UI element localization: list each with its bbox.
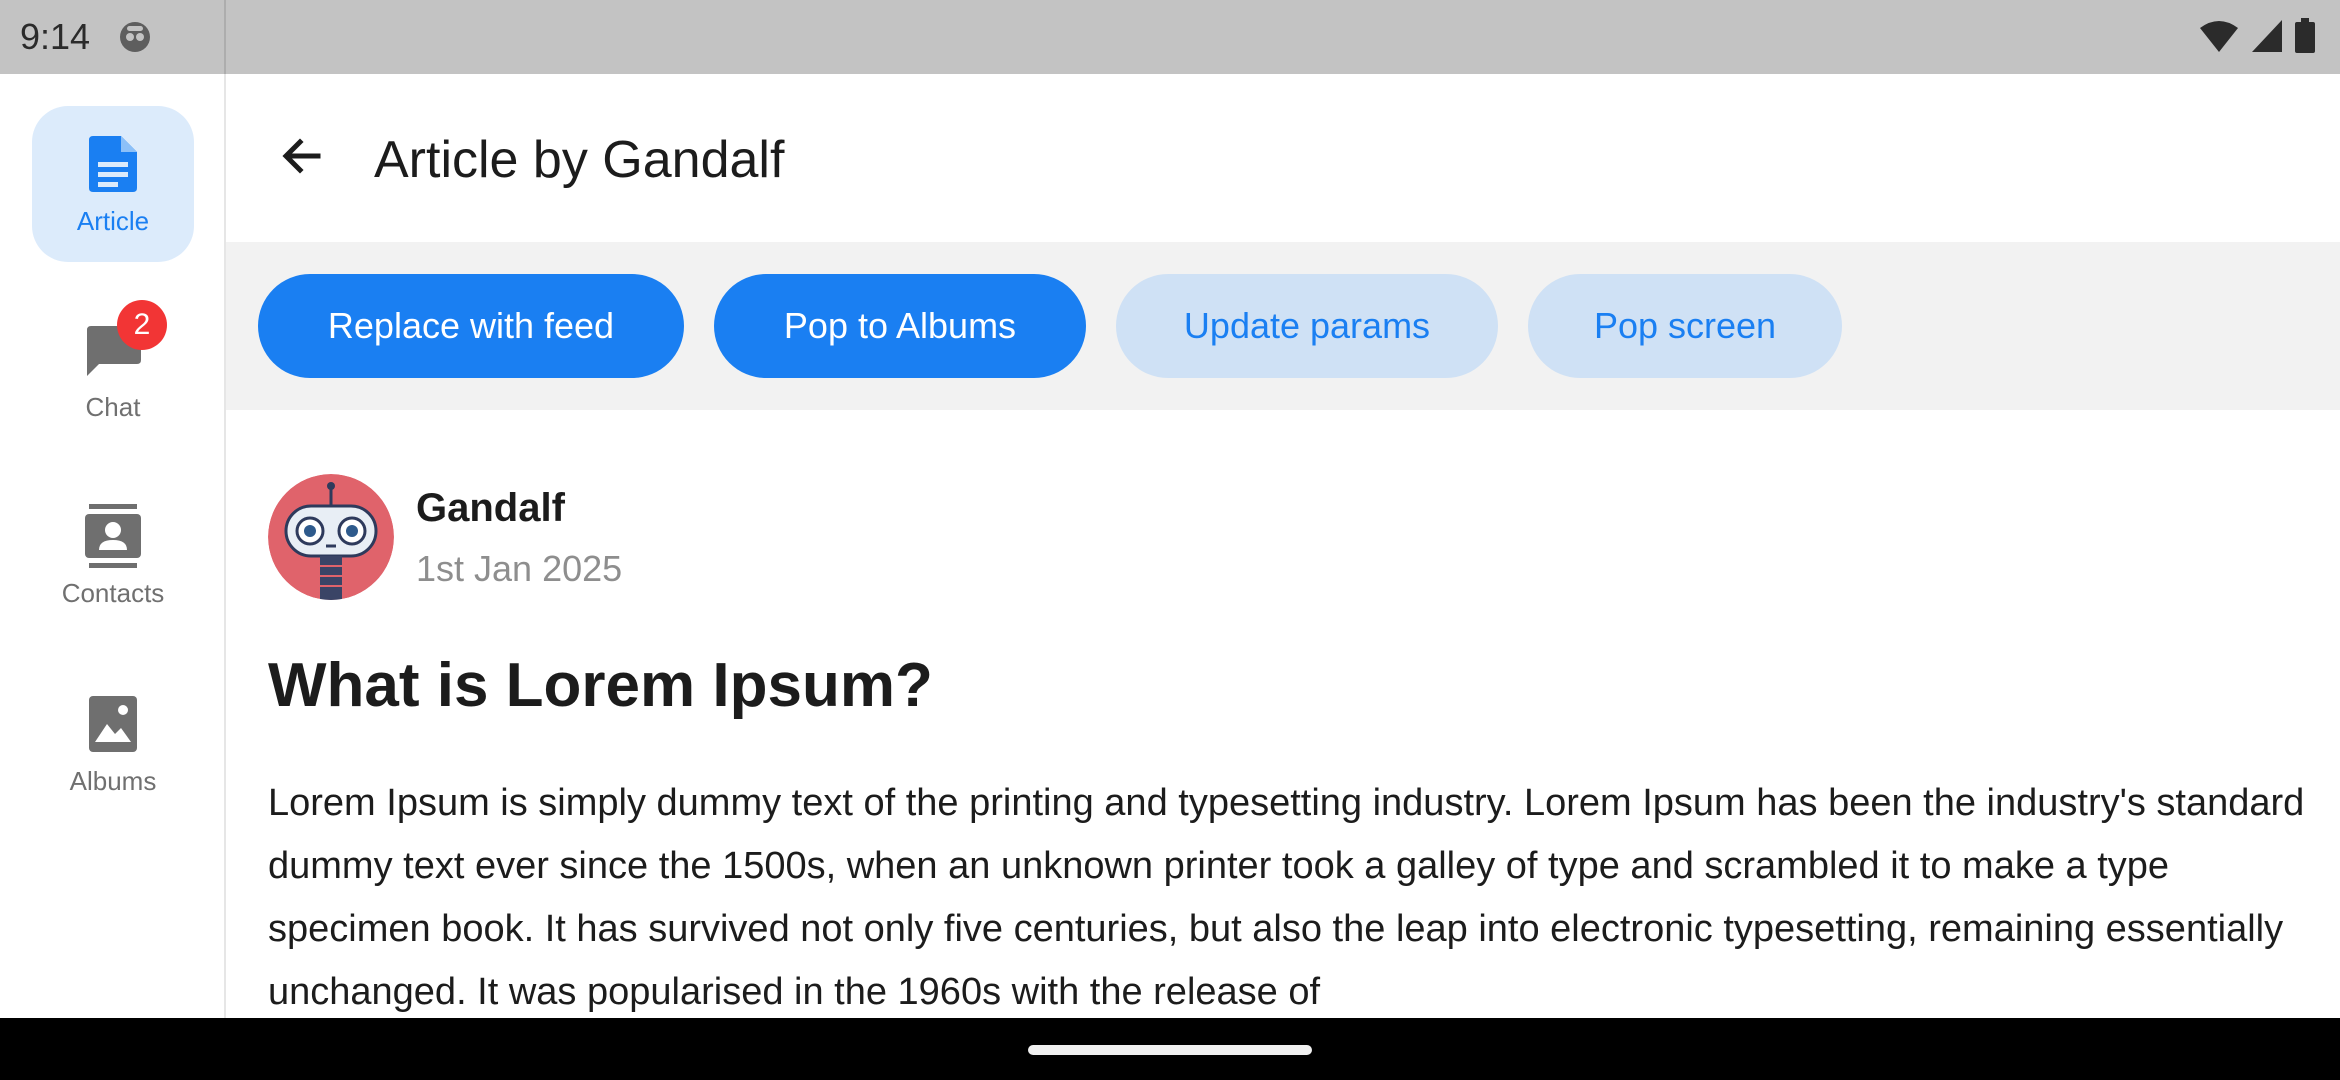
article-icon bbox=[81, 132, 145, 196]
albums-icon bbox=[81, 692, 145, 756]
page-title: Article by Gandalf bbox=[374, 131, 785, 189]
home-gesture-handle[interactable] bbox=[1028, 1045, 1312, 1055]
rail-item-article[interactable]: Article bbox=[32, 106, 194, 262]
back-arrow-icon bbox=[278, 132, 326, 185]
gesture-navigation-bar bbox=[0, 1018, 2340, 1080]
rail-item-albums[interactable]: Albums bbox=[32, 666, 194, 822]
rail-item-label: Article bbox=[76, 205, 150, 236]
rail-item-label: Chat bbox=[85, 391, 141, 422]
rail-item-chat[interactable]: 2 Chat bbox=[32, 292, 194, 448]
replace-with-feed-button[interactable]: Replace with feed bbox=[258, 274, 684, 378]
robot-avatar-icon bbox=[268, 474, 394, 600]
article-date: 1st Jan 2025 bbox=[416, 548, 623, 589]
rail-item-contacts[interactable]: Contacts bbox=[32, 478, 194, 634]
rail-item-label: Albums bbox=[69, 765, 157, 796]
cellular-signal-icon bbox=[2250, 18, 2284, 59]
status-icons bbox=[2198, 18, 2316, 59]
chat-unread-badge: 2 bbox=[117, 299, 167, 350]
status-bar: 9:14 bbox=[0, 0, 2340, 74]
action-bar: Replace with feed Pop to Albums Update p… bbox=[226, 242, 2340, 410]
article-body: Lorem Ipsum is simply dummy text of the … bbox=[268, 782, 2305, 1013]
article-content: Gandalf 1st Jan 2025 What is Lorem Ipsum… bbox=[226, 410, 2340, 1018]
rail-item-label: Contacts bbox=[61, 577, 165, 608]
author-name: Gandalf bbox=[416, 486, 565, 530]
app-notification-icon bbox=[118, 20, 152, 54]
wifi-icon bbox=[2198, 18, 2240, 59]
update-params-button[interactable]: Update params bbox=[1116, 274, 1498, 378]
back-button[interactable] bbox=[266, 122, 338, 194]
top-app-bar: Article by Gandalf bbox=[226, 74, 2340, 242]
pop-to-albums-button[interactable]: Pop to Albums bbox=[714, 274, 1086, 378]
pop-screen-button[interactable]: Pop screen bbox=[1528, 274, 1842, 378]
battery-icon bbox=[2294, 18, 2316, 59]
article-title: What is Lorem Ipsum? bbox=[268, 651, 933, 720]
navigation-rail: Article 2 Chat Contacts Albums bbox=[0, 74, 226, 1018]
status-time: 9:14 bbox=[20, 16, 91, 57]
contacts-icon bbox=[81, 503, 145, 568]
chat-icon: 2 bbox=[81, 299, 167, 382]
